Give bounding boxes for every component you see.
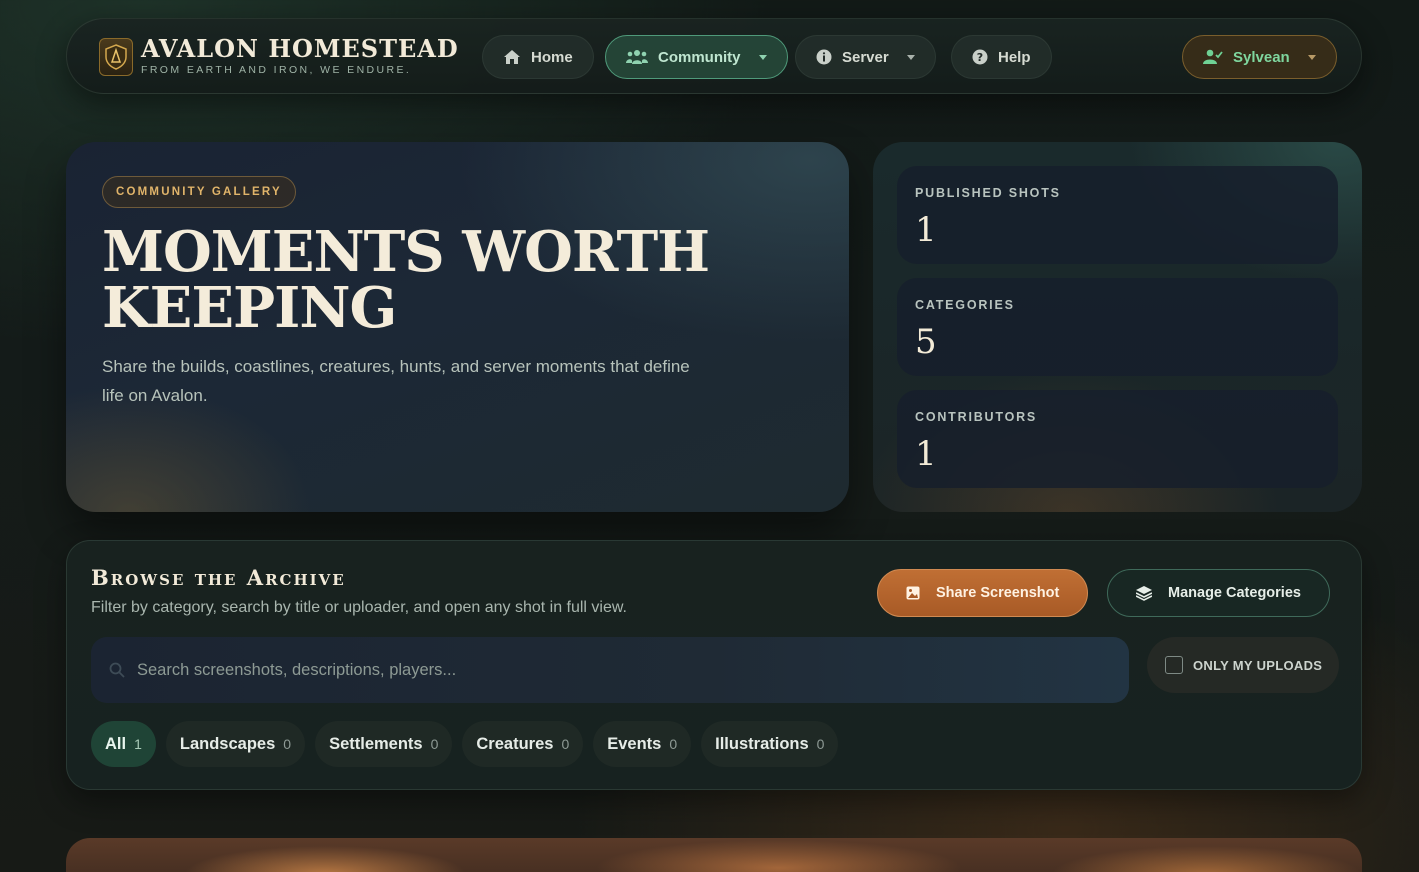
- stat-published-shots: PUBLISHED SHOTS 1: [897, 166, 1338, 264]
- chevron-down-icon: [1307, 54, 1316, 60]
- browse-title: Browse the Archive: [91, 565, 346, 590]
- question-icon: ?: [972, 49, 988, 65]
- category-count: 0: [669, 736, 678, 752]
- category-count: 0: [561, 736, 570, 752]
- category-chip-illustrations[interactable]: Illustrations 0: [701, 721, 839, 767]
- category-chip-creatures[interactable]: Creatures 0: [462, 721, 584, 767]
- stat-value: 1: [915, 210, 937, 250]
- share-screenshot-label: Share Screenshot: [936, 585, 1060, 601]
- gallery-card-image[interactable]: [66, 838, 1362, 872]
- stat-label: CATEGORIES: [915, 298, 1015, 312]
- nav-server-label: Server: [842, 48, 889, 66]
- chevron-down-icon: [758, 54, 767, 60]
- category-chip-landscapes[interactable]: Landscapes 0: [165, 721, 306, 767]
- manage-categories-button[interactable]: Manage Categories: [1107, 569, 1330, 617]
- brand-subtitle: FROM EARTH AND IRON, WE ENDURE.: [141, 64, 412, 76]
- category-label: Creatures: [476, 734, 554, 753]
- home-icon: [504, 50, 520, 64]
- nav-home[interactable]: Home: [482, 35, 594, 79]
- search-field[interactable]: [91, 637, 1129, 703]
- category-label: Illustrations: [715, 734, 809, 753]
- only-my-uploads-toggle[interactable]: ONLY MY UPLOADS: [1147, 637, 1339, 693]
- search-icon: [109, 662, 125, 678]
- category-count: 1: [134, 736, 142, 752]
- stat-label: PUBLISHED SHOTS: [915, 186, 1061, 200]
- page-title: MOMENTS WORTH KEEPING: [102, 219, 710, 341]
- image-icon: [906, 586, 920, 600]
- user-menu[interactable]: Sylvean: [1182, 35, 1337, 79]
- category-chip-all[interactable]: All 1: [91, 721, 156, 767]
- category-count: 0: [283, 736, 292, 752]
- category-label: Events: [607, 734, 662, 753]
- only-my-uploads-checkbox[interactable]: [1165, 656, 1183, 674]
- category-chip-events[interactable]: Events 0: [593, 721, 692, 767]
- nav-community[interactable]: Community: [605, 35, 788, 79]
- user-check-icon: [1203, 49, 1223, 64]
- category-count: 0: [430, 736, 439, 752]
- section-tag: COMMUNITY GALLERY: [102, 176, 296, 208]
- nav-help[interactable]: ? Help: [951, 35, 1052, 79]
- top-navigation: AVALON HOMESTEAD FROM EARTH AND IRON, WE…: [66, 18, 1362, 94]
- category-label: All: [105, 734, 127, 753]
- stats-panel: PUBLISHED SHOTS 1 CATEGORIES 5 CONTRIBUT…: [873, 142, 1362, 512]
- stat-label: CONTRIBUTORS: [915, 410, 1038, 424]
- stat-value: 1: [915, 434, 937, 474]
- info-icon: [816, 49, 832, 65]
- user-name: Sylvean: [1233, 48, 1290, 66]
- nav-server[interactable]: Server: [795, 35, 936, 79]
- hero-description: Share the builds, coastlines, creatures,…: [102, 357, 690, 405]
- category-filter: All 1 Landscapes 0 Settlements 0 Creatur…: [91, 721, 848, 767]
- browse-description: Filter by category, search by title or u…: [91, 599, 627, 616]
- manage-categories-label: Manage Categories: [1168, 585, 1301, 601]
- category-count: 0: [816, 736, 825, 752]
- chevron-down-icon: [906, 54, 915, 60]
- category-chip-settlements[interactable]: Settlements 0: [315, 721, 453, 767]
- only-my-uploads-label: ONLY MY UPLOADS: [1193, 657, 1323, 673]
- users-icon: [626, 50, 648, 64]
- hero-panel: COMMUNITY GALLERY MOMENTS WORTH KEEPING …: [66, 142, 849, 512]
- shield-crest-icon: [99, 37, 133, 76]
- browse-panel: Browse the Archive Filter by category, s…: [66, 540, 1362, 790]
- stat-contributors: CONTRIBUTORS 1: [897, 390, 1338, 488]
- category-label: Landscapes: [179, 734, 276, 753]
- nav-home-label: Home: [531, 48, 573, 66]
- nav-help-label: Help: [998, 48, 1031, 66]
- layers-icon: [1136, 585, 1152, 601]
- search-input[interactable]: [137, 660, 1037, 680]
- svg-text:?: ?: [977, 51, 983, 64]
- nav-community-label: Community: [658, 48, 741, 66]
- share-screenshot-button[interactable]: Share Screenshot: [877, 569, 1089, 617]
- brand-title: AVALON HOMESTEAD: [141, 34, 459, 63]
- stat-value: 5: [915, 322, 937, 362]
- brand[interactable]: AVALON HOMESTEAD FROM EARTH AND IRON, WE…: [99, 37, 459, 76]
- stat-categories: CATEGORIES 5: [897, 278, 1338, 376]
- category-label: Settlements: [329, 734, 423, 753]
